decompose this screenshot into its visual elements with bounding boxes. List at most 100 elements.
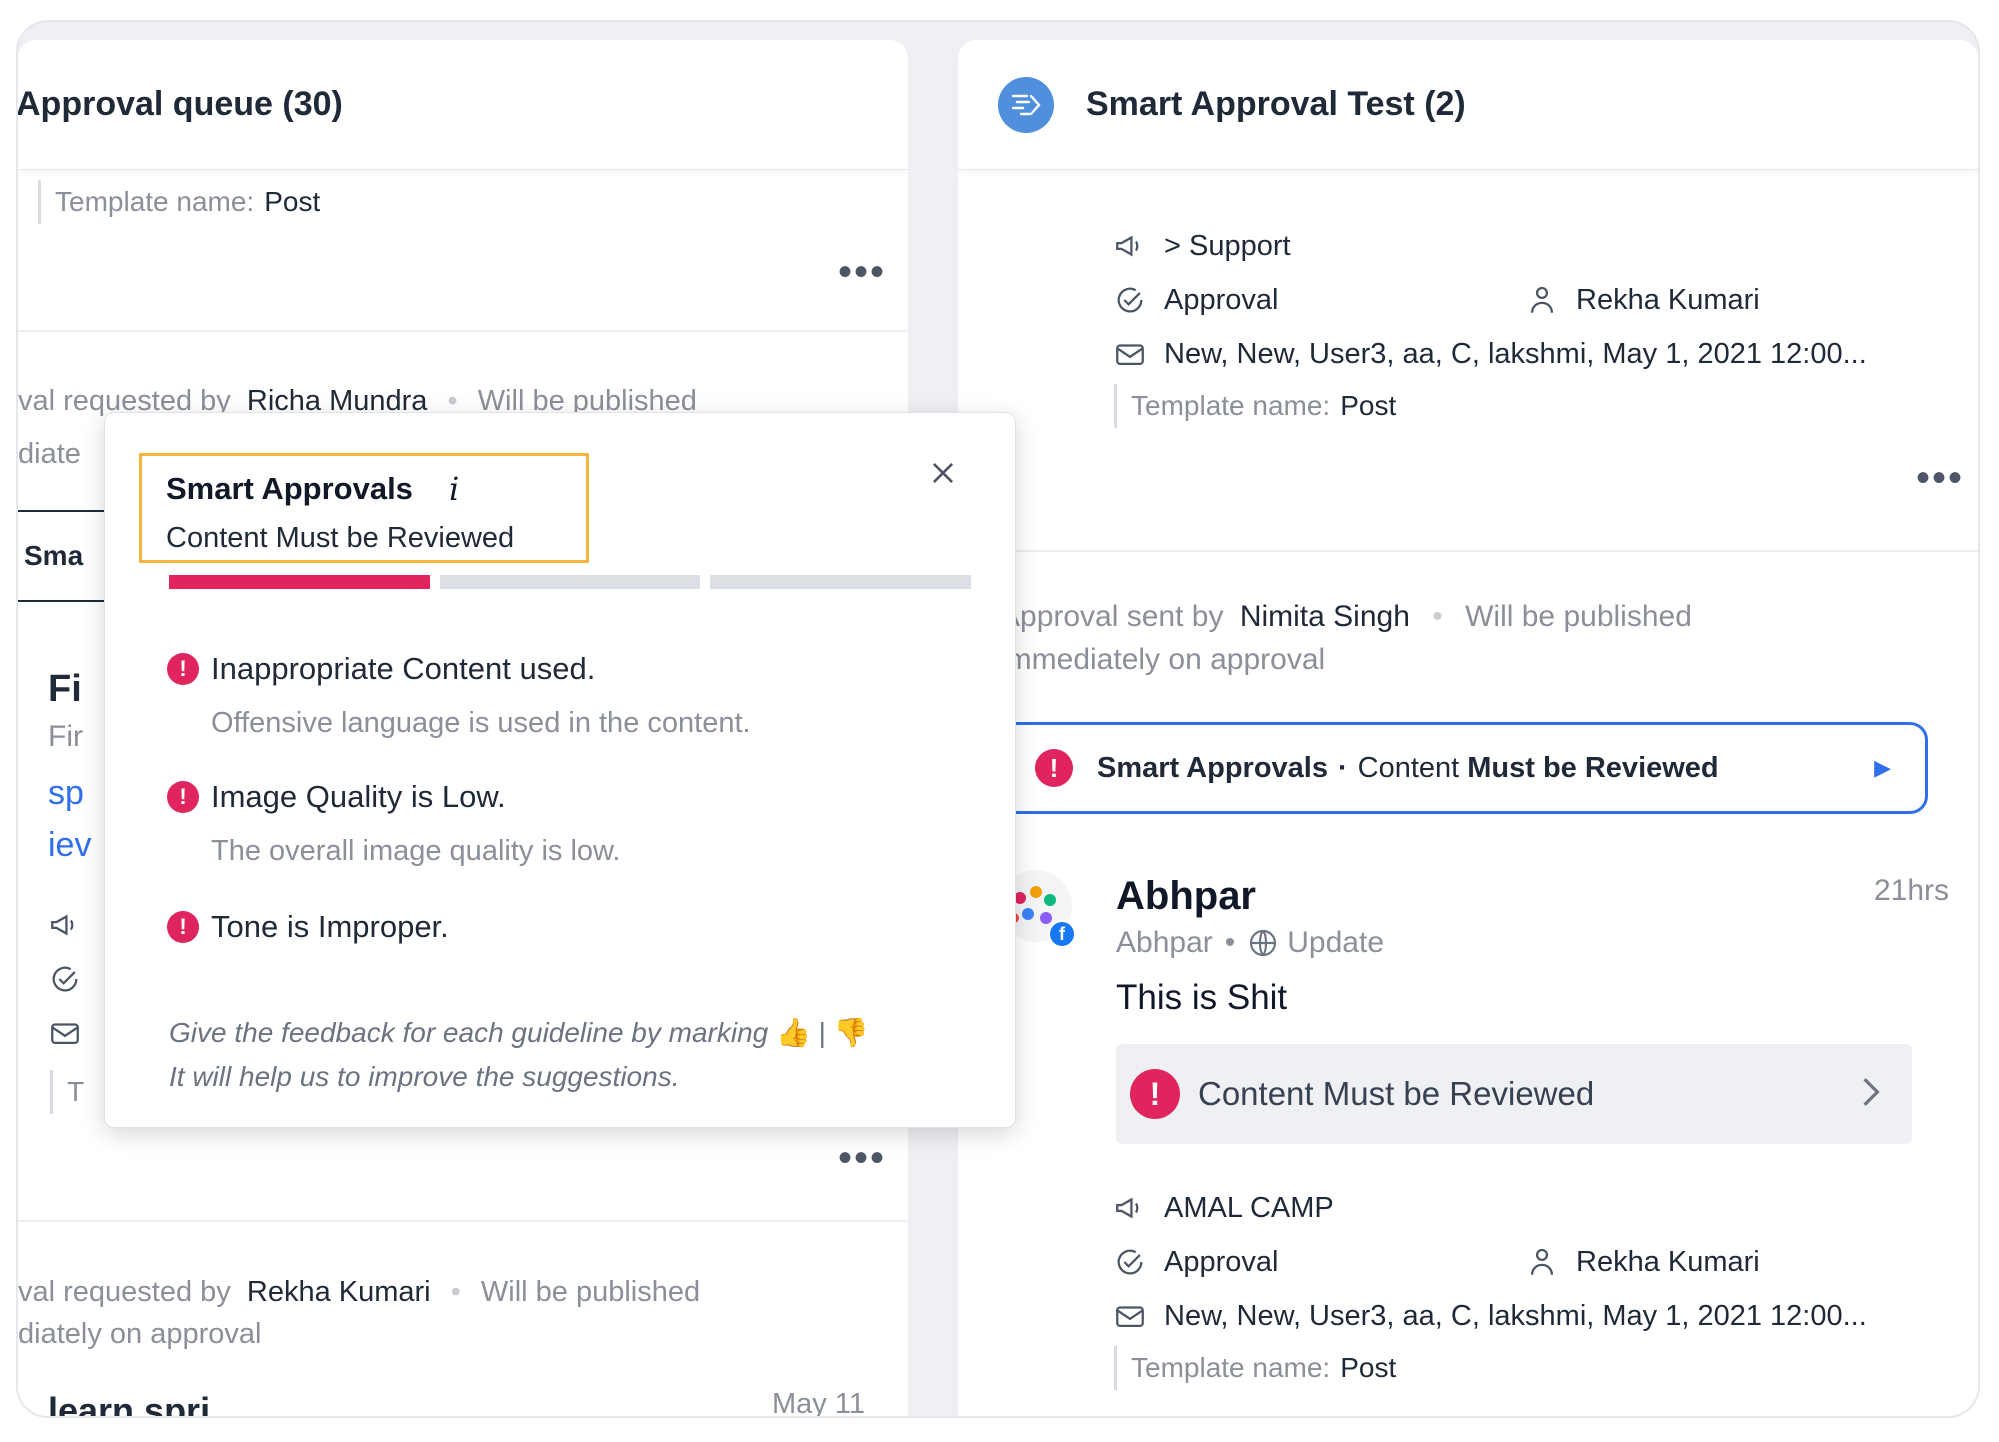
pill-text-reviewed: Must be Reviewed bbox=[1467, 751, 1719, 784]
chevron-right-icon bbox=[1860, 1076, 1882, 1113]
post-title-bottom: learn spri bbox=[48, 1390, 211, 1416]
close-icon[interactable] bbox=[923, 453, 963, 493]
channels-label: New, New, User3, aa, C, lakshmi, May 1, … bbox=[1164, 337, 1867, 370]
request-line2-1: diate bbox=[18, 438, 81, 470]
campaign-row-1: > Support bbox=[1112, 228, 1291, 264]
issue-item-3: ! Tone is Improper. bbox=[167, 909, 449, 945]
smart-approval-header: Smart Approval Test (2) bbox=[958, 40, 1978, 170]
thumbs-icons[interactable]: 👍 | 👎 bbox=[776, 1017, 869, 1048]
issue-title: Tone is Improper. bbox=[211, 909, 449, 944]
status-row-1: Approval bbox=[1112, 282, 1278, 318]
owner-row-1: Rekha Kumari bbox=[1524, 282, 1760, 318]
more-options-icon[interactable]: ••• bbox=[1916, 458, 1964, 498]
mail-icon bbox=[1112, 1298, 1148, 1334]
issue-description: The overall image quality is low. bbox=[211, 835, 621, 867]
approval-status-icon bbox=[1112, 282, 1148, 318]
issue-title: Image Quality is Low. bbox=[211, 779, 506, 814]
smart-approvals-popover: Smart Approvals i Content Must be Review… bbox=[104, 412, 1016, 1128]
popover-title-row: Smart Approvals i bbox=[166, 470, 562, 508]
template-label: Template name: bbox=[1131, 1352, 1331, 1383]
template-name-row: Template name: Post bbox=[38, 180, 320, 224]
popover-header-highlight: Smart Approvals i Content Must be Review… bbox=[139, 453, 589, 563]
campaign-label: AMAL CAMP bbox=[1164, 1191, 1334, 1224]
owner-label: Rekha Kumari bbox=[1576, 283, 1760, 316]
user-icon bbox=[1524, 1244, 1560, 1280]
template-label-partial: T bbox=[67, 1076, 85, 1107]
approval-queue-header: Approval queue (30) bbox=[18, 40, 908, 170]
request-user: Rekha Kumari bbox=[246, 1276, 431, 1308]
post-date: May 11 bbox=[772, 1388, 865, 1416]
channels-label: New, New, User3, aa, C, lakshmi, May 1, … bbox=[1164, 1299, 1867, 1332]
approval-sent-info: Approval sent by Nimita Singh • Will be … bbox=[1000, 600, 1692, 634]
approval-line2: immediately on approval bbox=[1000, 643, 1326, 676]
request-line2-2: diately on approval bbox=[18, 1318, 262, 1350]
post-text: This is Shit bbox=[1116, 978, 1288, 1017]
template-bar bbox=[38, 180, 41, 224]
approval-queue-title: Approval queue (30) bbox=[18, 85, 343, 123]
template-value: Post bbox=[264, 186, 321, 217]
megaphone-icon bbox=[1112, 1190, 1148, 1226]
content-review-bar[interactable]: ! Content Must be Reviewed bbox=[1116, 1044, 1912, 1144]
separator-dot: • bbox=[1224, 926, 1236, 959]
divider bbox=[958, 550, 1978, 552]
template-name-row-2: Template name: Post bbox=[1114, 1346, 1396, 1390]
request-prefix: val requested by bbox=[18, 1276, 231, 1308]
template-value: Post bbox=[1340, 1352, 1397, 1383]
issue-item-1: ! Inappropriate Content used. Offensive l… bbox=[167, 651, 751, 740]
app-frame: Approval queue (30) Template name: Post … bbox=[18, 22, 1978, 1416]
post-account: Abhpar bbox=[1116, 926, 1213, 959]
status-label: Approval bbox=[1164, 1245, 1279, 1278]
feedback-note: Give the feedback for each guideline by … bbox=[169, 1011, 869, 1099]
error-icon: ! bbox=[1035, 749, 1073, 787]
progress-segment bbox=[439, 575, 701, 589]
more-options-icon[interactable]: ••• bbox=[838, 252, 886, 292]
approval-publish: Will be published bbox=[1465, 600, 1692, 633]
smart-approval-title: Smart Approval Test (2) bbox=[1086, 85, 1466, 123]
post-link-partial-2[interactable]: iev bbox=[48, 826, 91, 865]
template-value: Post bbox=[1340, 390, 1397, 421]
pill-separator: · bbox=[1338, 751, 1348, 784]
separator-dot: • bbox=[450, 1276, 461, 1308]
approval-sent-user: Nimita Singh bbox=[1239, 600, 1410, 633]
divider bbox=[18, 330, 908, 332]
tab-label: Sma bbox=[24, 540, 84, 571]
info-icon[interactable]: i bbox=[449, 470, 459, 508]
post-meta: Abhpar • Update bbox=[1116, 926, 1384, 960]
tab-smart-approvals[interactable]: Sma bbox=[18, 510, 118, 602]
post-title-partial: Fi bbox=[48, 668, 82, 710]
caret-right-icon: ▶ bbox=[1874, 755, 1891, 780]
issue-title: Inappropriate Content used. bbox=[211, 651, 596, 686]
mail-icon bbox=[48, 1016, 82, 1055]
template-name-row-2: T bbox=[50, 1070, 84, 1114]
issue-item-2: ! Image Quality is Low. The overall image… bbox=[167, 779, 620, 868]
error-icon: ! bbox=[167, 653, 199, 685]
smart-approval-column: Smart Approval Test (2) > Support Approv… bbox=[958, 40, 1978, 1416]
channels-row-2: New, New, User3, aa, C, lakshmi, May 1, … bbox=[1112, 1298, 1867, 1334]
divider bbox=[18, 1220, 908, 1222]
pill-title: Smart Approvals bbox=[1097, 751, 1328, 784]
error-icon: ! bbox=[167, 781, 199, 813]
feedback-line-2: It will help us to improve the suggestio… bbox=[169, 1061, 680, 1092]
campaign-row-2: AMAL CAMP bbox=[1112, 1190, 1334, 1226]
progress-segment bbox=[169, 575, 430, 589]
facebook-icon: f bbox=[1048, 920, 1076, 948]
post-type: Update bbox=[1287, 926, 1385, 959]
popover-title: Smart Approvals bbox=[166, 471, 413, 506]
template-label: Template name: bbox=[55, 186, 255, 217]
queue-logo-icon bbox=[998, 76, 1054, 133]
template-bar bbox=[1114, 384, 1117, 428]
channels-row-1: New, New, User3, aa, C, lakshmi, May 1, … bbox=[1112, 336, 1867, 372]
feedback-line-1: Give the feedback for each guideline by … bbox=[169, 1017, 769, 1048]
owner-row-2: Rekha Kumari bbox=[1524, 1244, 1760, 1280]
campaign-label: > Support bbox=[1164, 229, 1291, 262]
pill-text-content: Content bbox=[1357, 751, 1460, 784]
more-options-icon[interactable]: ••• bbox=[838, 1138, 886, 1178]
request-publish: Will be published bbox=[480, 1276, 701, 1308]
globe-icon bbox=[1247, 927, 1279, 959]
error-icon: ! bbox=[1130, 1069, 1180, 1119]
post-link-partial[interactable]: sp bbox=[48, 774, 84, 813]
template-bar bbox=[50, 1070, 53, 1114]
smart-approvals-pill[interactable]: ! Smart Approvals · Content Must be Revi… bbox=[998, 722, 1928, 814]
post-author: Abhpar bbox=[1116, 874, 1256, 918]
status-label: Approval bbox=[1164, 283, 1279, 316]
